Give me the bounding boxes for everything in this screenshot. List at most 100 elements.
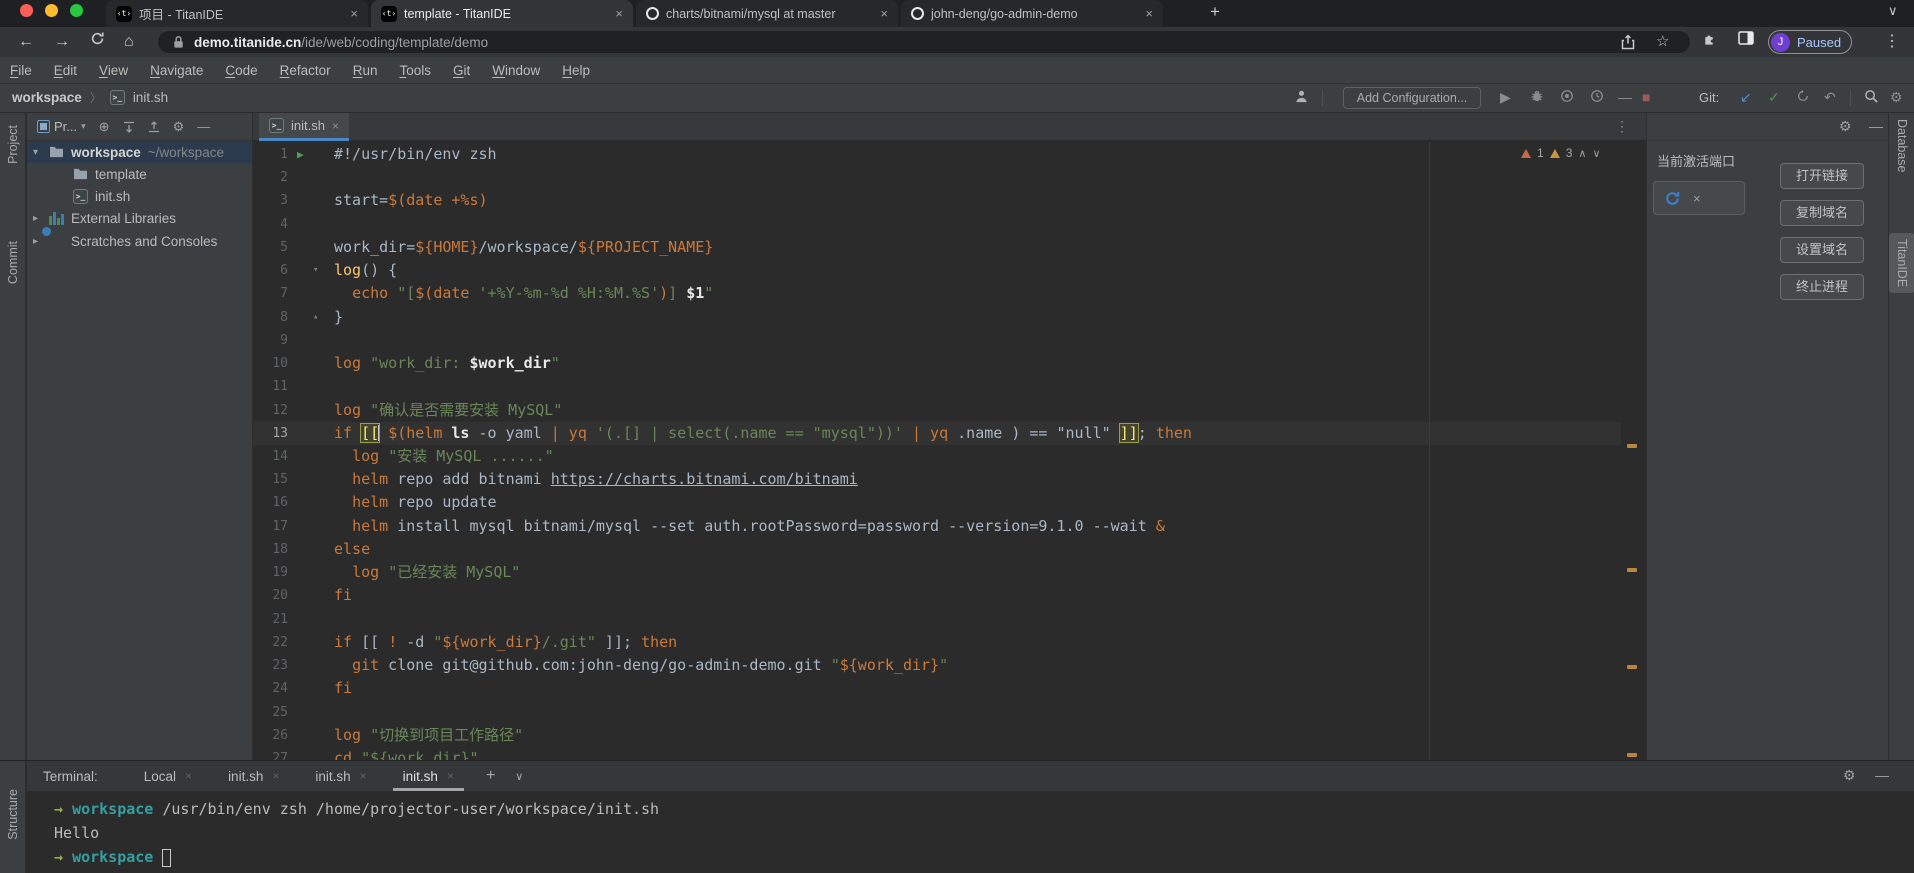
expand-all-icon[interactable] xyxy=(123,121,135,133)
menu-item-file[interactable]: File xyxy=(10,63,32,78)
code-line-25[interactable]: 25 xyxy=(253,701,1621,724)
code-line-10[interactable]: 10log "work_dir: $work_dir" xyxy=(253,352,1621,375)
browser-tab[interactable]: charts/bitnami/mysql at master× xyxy=(636,0,898,27)
extensions-puzzle-icon[interactable] xyxy=(1702,31,1717,46)
code-line-19[interactable]: 19 log "已经安装 MySQL" xyxy=(253,561,1621,584)
collapse-all-icon[interactable] xyxy=(148,121,160,133)
refresh-icon[interactable] xyxy=(1664,190,1681,207)
menu-item-tools[interactable]: Tools xyxy=(399,63,431,78)
copy-domain-button[interactable]: 复制域名 xyxy=(1780,200,1864,226)
forward-icon[interactable]: → xyxy=(54,31,70,53)
menu-item-navigate[interactable]: Navigate xyxy=(150,63,203,78)
code-line-23[interactable]: 23 git clone git@github.com:john-deng/go… xyxy=(253,654,1621,677)
new-terminal-icon[interactable]: + xyxy=(486,767,495,785)
open-link-button[interactable]: 打开链接 xyxy=(1780,163,1864,189)
chevron-right-icon[interactable]: ▸ xyxy=(33,213,38,224)
tab-close-icon[interactable]: × xyxy=(185,769,192,783)
menu-item-edit[interactable]: Edit xyxy=(54,63,77,78)
terminal-tab-local[interactable]: Local× xyxy=(126,761,210,791)
tree-item-init-sh[interactable]: >_init.sh xyxy=(27,186,252,208)
terminal-output[interactable]: → workspace /usr/bin/env zsh /home/proje… xyxy=(27,791,1914,873)
close-icon[interactable]: × xyxy=(1693,191,1701,206)
kill-process-button[interactable]: 终止进程 xyxy=(1780,274,1864,300)
tab-close-icon[interactable]: × xyxy=(447,769,454,783)
share-icon[interactable] xyxy=(1620,34,1636,50)
menu-item-run[interactable]: Run xyxy=(353,63,378,78)
back-icon[interactable]: ← xyxy=(18,31,34,53)
fold-marker-icon[interactable]: ▾ xyxy=(313,259,318,282)
run-icon[interactable]: ▶ xyxy=(1500,89,1511,106)
analysis-mark[interactable] xyxy=(1627,444,1637,448)
locate-file-icon[interactable]: ⊕ xyxy=(99,119,110,135)
run-line-icon[interactable]: ▶ xyxy=(297,144,304,165)
window-close-button[interactable] xyxy=(20,4,33,17)
profiler-clock-icon[interactable] xyxy=(1590,89,1604,103)
terminal-dropdown-chevron-icon[interactable]: ∨ xyxy=(515,770,523,783)
menu-item-code[interactable]: Code xyxy=(225,63,257,78)
bookmark-star-icon[interactable]: ☆ xyxy=(1656,32,1669,50)
tool-window-stripe-commit[interactable]: Commit xyxy=(0,241,26,284)
code-line-22[interactable]: 22if [[ ! -d "${work_dir}/.git" ]]; then xyxy=(253,631,1621,654)
search-everywhere-icon[interactable] xyxy=(1864,89,1879,104)
project-view-selector[interactable]: Pr... ▾ xyxy=(37,119,86,134)
tool-window-stripe-database[interactable]: Database xyxy=(1889,119,1914,173)
hide-panel-icon[interactable]: — xyxy=(197,119,210,134)
tool-window-stripe-titanide[interactable]: TitanIDE xyxy=(1889,233,1914,293)
tool-window-stripe-structure[interactable]: Structure xyxy=(0,789,26,840)
code-line-18[interactable]: 18else xyxy=(253,538,1621,561)
tab-close-icon[interactable]: × xyxy=(1145,6,1153,21)
tab-close-icon[interactable]: × xyxy=(880,6,888,21)
code-line-4[interactable]: 4 xyxy=(253,213,1621,236)
window-minimize-button[interactable] xyxy=(45,4,58,17)
code-line-11[interactable]: 11 xyxy=(253,375,1621,398)
menu-item-help[interactable]: Help xyxy=(562,63,590,78)
menu-item-git[interactable]: Git xyxy=(453,63,470,78)
new-tab-button[interactable]: + xyxy=(1210,2,1220,22)
code-line-26[interactable]: 26log "切换到项目工作路径" xyxy=(253,724,1621,747)
code-line-27[interactable]: 27cd "${work_dir}" xyxy=(253,747,1621,760)
git-commit-check-icon[interactable]: ✓ xyxy=(1768,89,1780,106)
profile-chip[interactable]: J Paused xyxy=(1768,30,1852,54)
tree-item-external-libraries[interactable]: ▸External Libraries xyxy=(27,208,252,230)
analysis-mark[interactable] xyxy=(1627,568,1637,572)
hide-panel-icon[interactable]: — xyxy=(1869,118,1883,134)
window-maximize-button[interactable] xyxy=(70,4,83,17)
code-line-1[interactable]: 1▶#!/usr/bin/env zsh xyxy=(253,143,1621,166)
tab-search-chevron-icon[interactable]: ∨ xyxy=(1888,3,1898,19)
terminal-tab-init-sh[interactable]: init.sh× xyxy=(297,761,384,791)
code-line-9[interactable]: 9 xyxy=(253,329,1621,352)
code-editor[interactable]: 1▶#!/usr/bin/env zsh23start=$(date +%s)4… xyxy=(253,142,1646,760)
code-line-2[interactable]: 2 xyxy=(253,166,1621,189)
code-line-6[interactable]: 6▾log() { xyxy=(253,259,1621,282)
code-line-12[interactable]: 12log "确认是否需要安装 MySQL" xyxy=(253,399,1621,422)
tab-close-icon[interactable]: × xyxy=(615,6,623,21)
address-bar[interactable]: demo.titanide.cn/ide/web/coding/template… xyxy=(158,31,1690,53)
chevron-down-icon[interactable]: ▾ xyxy=(33,147,38,158)
menu-item-refactor[interactable]: Refactor xyxy=(280,63,331,78)
browser-menu-icon[interactable]: ⋮ xyxy=(1884,31,1900,53)
fold-marker-icon[interactable]: ▴ xyxy=(313,306,318,329)
reload-icon[interactable] xyxy=(90,31,105,46)
git-history-icon[interactable] xyxy=(1796,89,1810,103)
code-line-21[interactable]: 21 xyxy=(253,608,1621,631)
git-rollback-icon[interactable]: ↶ xyxy=(1824,89,1836,106)
code-line-3[interactable]: 3start=$(date +%s) xyxy=(253,189,1621,212)
stop-icon[interactable]: ■ xyxy=(1642,89,1650,105)
debug-bug-icon[interactable] xyxy=(1530,89,1544,103)
profiler-user-icon[interactable] xyxy=(1294,89,1309,104)
breadcrumb-root[interactable]: workspace xyxy=(12,90,82,105)
menu-item-view[interactable]: View xyxy=(99,63,128,78)
panel-settings-gear-icon[interactable]: ⚙ xyxy=(173,119,185,135)
code-line-24[interactable]: 24fi xyxy=(253,677,1621,700)
tab-close-icon[interactable]: × xyxy=(360,769,367,783)
code-line-17[interactable]: 17 helm install mysql bitnami/mysql --se… xyxy=(253,515,1621,538)
code-line-20[interactable]: 20fi xyxy=(253,584,1621,607)
set-domain-button[interactable]: 设置域名 xyxy=(1780,237,1864,263)
git-update-icon[interactable]: ↙ xyxy=(1740,89,1752,106)
panel-settings-gear-icon[interactable]: ⚙ xyxy=(1839,118,1852,135)
breadcrumb-file[interactable]: init.sh xyxy=(133,90,168,105)
code-line-7[interactable]: 7 echo "[$(date '+%Y-%m-%d %H:%M.%S')] $… xyxy=(253,282,1621,305)
browser-tab[interactable]: john-deng/go-admin-demo× xyxy=(901,0,1163,27)
code-line-14[interactable]: 14 log "安装 MySQL ......" xyxy=(253,445,1621,468)
analysis-mark[interactable] xyxy=(1627,753,1637,757)
